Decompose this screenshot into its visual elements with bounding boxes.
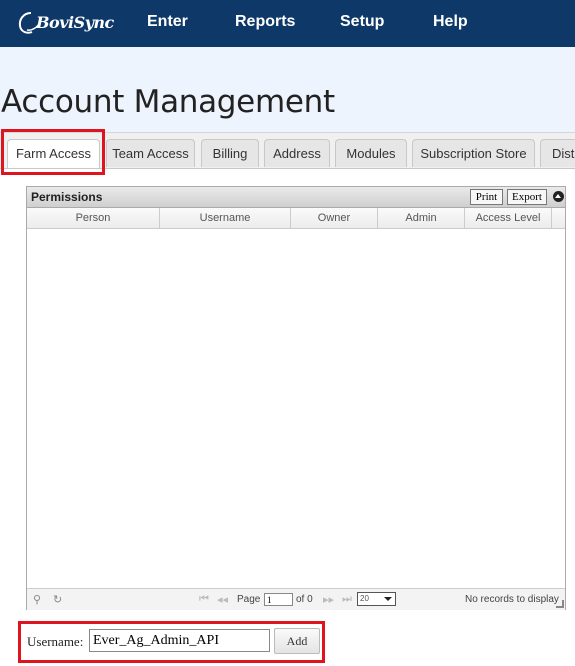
first-page-icon[interactable]: ⏮ (199, 593, 209, 606)
prev-page-icon[interactable]: ◂◂ (217, 593, 228, 606)
nav-item-enter[interactable]: Enter (147, 13, 188, 31)
grid-caption: Permissions (31, 190, 103, 204)
nav-item-reports[interactable]: Reports (235, 13, 295, 31)
collapse-icon[interactable] (553, 191, 564, 202)
tab-dist[interactable]: Dist (540, 139, 575, 167)
rows-per-page-value: 20 (360, 594, 369, 603)
username-input[interactable] (89, 629, 270, 652)
top-nav-bar: BoviSync Enter Reports Setup Help (0, 0, 575, 47)
column-header-access-level[interactable]: Access Level (465, 208, 552, 228)
grid-caption-bar: Permissions Print Export (27, 187, 565, 208)
logo-text: BoviSync (36, 13, 114, 32)
column-header-owner[interactable]: Owner (291, 208, 378, 228)
rows-per-page-select[interactable]: 20 (357, 592, 396, 606)
grid-body (27, 229, 565, 587)
grid-header-row: Person Username Owner Admin Access Level (27, 208, 565, 229)
chevron-down-icon (384, 597, 392, 601)
tab-subscription-store[interactable]: Subscription Store (412, 139, 535, 167)
add-button[interactable]: Add (274, 628, 320, 654)
refresh-icon[interactable]: ↻ (53, 593, 62, 606)
nav-item-setup[interactable]: Setup (340, 13, 384, 31)
tab-farm-access[interactable]: Farm Access (7, 139, 100, 169)
resize-grip-icon[interactable] (556, 600, 564, 608)
print-button[interactable]: Print (470, 189, 503, 205)
grid-pager: ⚲ ↻ ⏮ ◂◂ Page of 0 ▸▸ ⏭ 20 No records to… (27, 588, 565, 610)
bovisync-logo[interactable]: BoviSync (18, 10, 114, 36)
column-header-username[interactable]: Username (160, 208, 291, 228)
column-header-person[interactable]: Person (27, 208, 160, 228)
next-page-icon[interactable]: ▸▸ (323, 593, 334, 606)
export-button[interactable]: Export (507, 189, 547, 205)
last-page-icon[interactable]: ⏭ (342, 593, 352, 606)
page-label: Page (237, 594, 261, 605)
tab-address[interactable]: Address (264, 139, 330, 167)
page-number-input[interactable] (264, 593, 293, 606)
tab-modules[interactable]: Modules (335, 139, 407, 167)
records-status: No records to display (465, 594, 559, 605)
tab-billing[interactable]: Billing (201, 139, 259, 167)
page-title: Account Management (1, 84, 335, 120)
tab-team-access[interactable]: Team Access (106, 139, 195, 167)
column-header-admin[interactable]: Admin (378, 208, 465, 228)
username-label: Username: (27, 634, 84, 649)
page-count-label: of 0 (296, 594, 313, 605)
permissions-grid: Permissions Print Export Person Username… (26, 186, 566, 610)
search-icon[interactable]: ⚲ (33, 593, 41, 606)
nav-item-help[interactable]: Help (433, 13, 468, 31)
